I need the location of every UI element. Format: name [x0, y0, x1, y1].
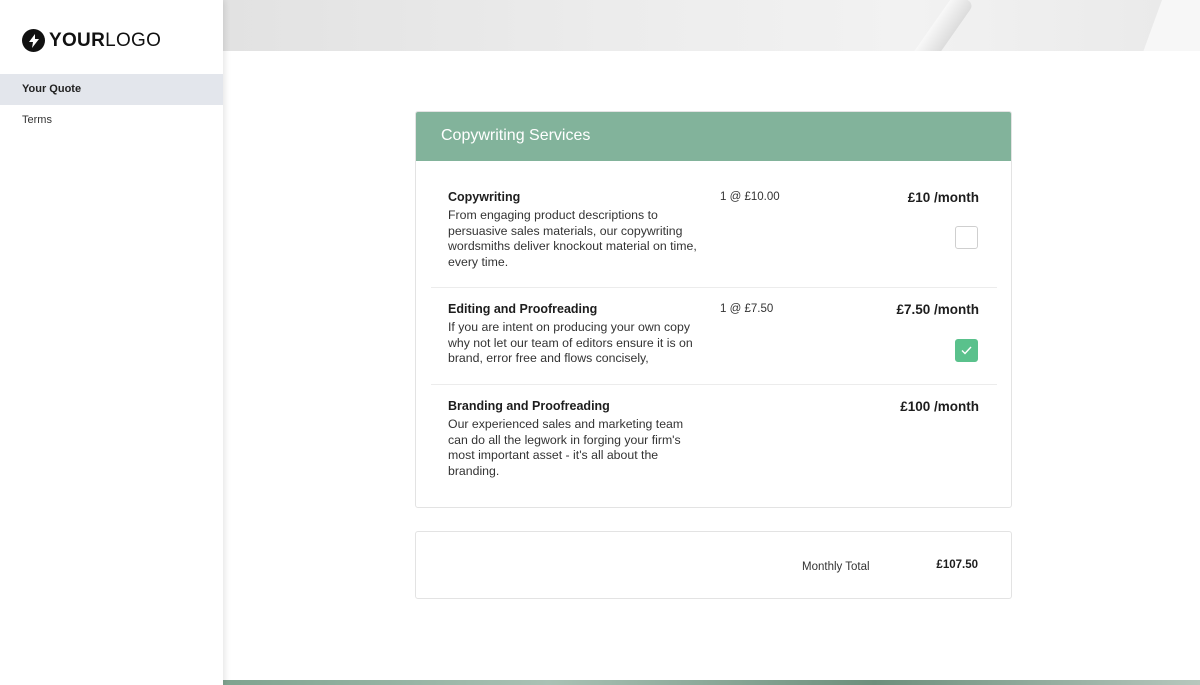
services-card-header: Copywriting Services [416, 112, 1011, 161]
checkmark-icon [961, 346, 972, 355]
service-description: If you are intent on producing your own … [448, 320, 693, 366]
pen-decoration [904, 0, 974, 51]
logo-text-light: LOGO [105, 30, 162, 51]
service-name: Editing and Proofreading [448, 302, 598, 316]
service-price: £100 /month [900, 399, 979, 414]
paper-decoration [1141, 0, 1200, 51]
service-name: Branding and Proofreading [448, 399, 610, 413]
row-divider [431, 287, 997, 288]
sidebar-nav: Your Quote Terms [0, 74, 223, 136]
hero-banner-image [223, 0, 1200, 51]
sidebar: YOURLOGO Your Quote Terms [0, 0, 223, 685]
service-description: From engaging product descriptions to pe… [448, 208, 697, 269]
services-card: Copywriting Services Copywriting From en… [415, 111, 1012, 508]
service-description: Our experienced sales and marketing team… [448, 417, 684, 478]
service-checkbox-checked[interactable] [955, 339, 978, 362]
service-quantity: 1 @ £7.50 [720, 303, 774, 315]
sidebar-item-your-quote[interactable]: Your Quote [0, 74, 223, 105]
service-quantity: 1 @ £10.00 [720, 191, 780, 203]
footer-image-strip [223, 680, 1200, 685]
monthly-total-value: £107.50 [936, 559, 978, 571]
logo-text: YOURLOGO [49, 29, 161, 52]
service-checkbox[interactable] [955, 226, 978, 249]
services-title: Copywriting Services [441, 127, 591, 144]
service-name: Copywriting [448, 190, 521, 204]
service-price: £10 /month [907, 190, 979, 205]
logo-text-bold: YOUR [49, 30, 106, 51]
lightning-bolt-icon [22, 29, 45, 52]
row-divider [431, 384, 997, 385]
sidebar-item-terms[interactable]: Terms [0, 105, 223, 136]
logo[interactable]: YOURLOGO [22, 29, 161, 52]
monthly-total-label: Monthly Total [802, 561, 870, 573]
service-price: £7.50 /month [896, 302, 979, 317]
total-card: Monthly Total £107.50 [415, 531, 1012, 599]
